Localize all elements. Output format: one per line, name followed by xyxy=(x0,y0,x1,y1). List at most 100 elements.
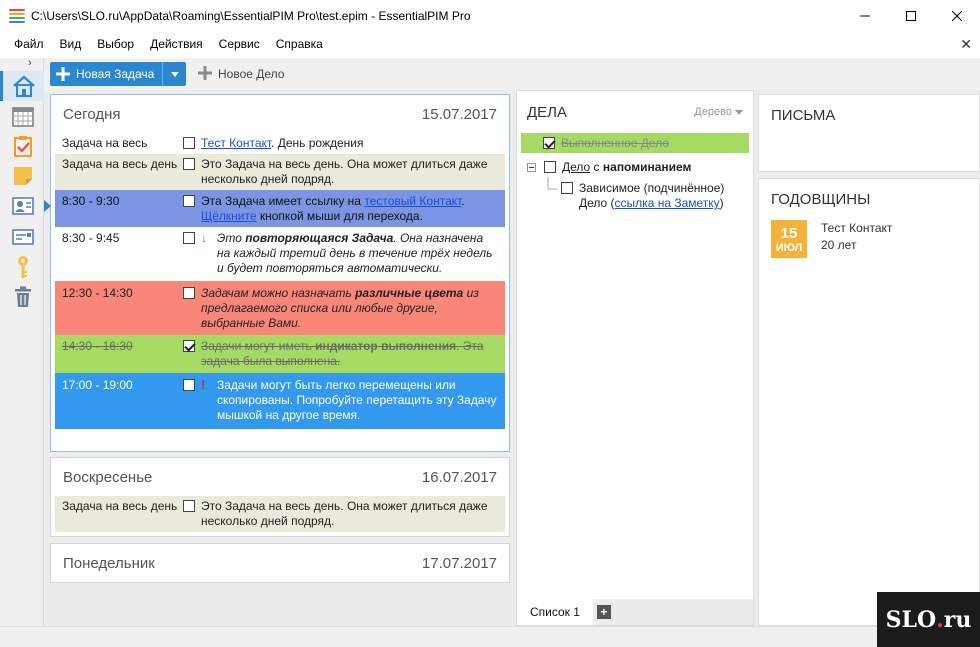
sidebar-item-home[interactable] xyxy=(0,71,44,101)
task-checkbox[interactable] xyxy=(183,287,195,299)
new-task-dropdown-button[interactable] xyxy=(162,62,186,86)
note-link[interactable]: ссылка на Заметку xyxy=(615,196,720,210)
date-badge: 15 ИЮЛ xyxy=(771,220,807,258)
menu-actions[interactable]: Действия xyxy=(142,37,211,51)
task-checkbox[interactable] xyxy=(183,379,195,391)
task-text: Задачи могут иметь индикатор выполнения.… xyxy=(201,339,484,368)
todo-text: Выполненное Дело xyxy=(561,135,669,150)
task-row[interactable]: Задача на весь день Это Задача на весь д… xyxy=(55,496,505,532)
menu-close-icon[interactable]: ✕ xyxy=(960,36,972,53)
task-row[interactable]: Задача на весь Тест Контакт. День рожден… xyxy=(55,133,505,154)
task-row[interactable]: 12:30 - 14:30 Задачам можно назначать ра… xyxy=(55,281,505,335)
todo-header: ДЕЛА Дерево xyxy=(517,91,753,133)
todo-list-tabs: Список 1 + xyxy=(517,599,753,625)
task-checkbox[interactable] xyxy=(183,500,195,512)
task-row-selected[interactable]: 8:30 - 9:30 Эта Задача имеет ссылку на т… xyxy=(44,190,505,227)
maximize-button[interactable] xyxy=(888,0,934,31)
task-row-completed[interactable]: 14:30 - 16:30 Задачи могут иметь индикат… xyxy=(55,335,505,373)
notes-icon xyxy=(14,167,32,185)
day-card-today: Сегодня 15.07.2017 Задача на весь Тест К… xyxy=(44,94,510,452)
contacts-icon xyxy=(12,197,34,215)
task-text: Эта Задача имеет ссылку на тестовый Конт… xyxy=(201,194,465,223)
mail-icon xyxy=(12,229,34,245)
tab-list-1[interactable]: Список 1 xyxy=(517,599,593,625)
task-checkbox[interactable] xyxy=(183,137,195,149)
maximize-icon xyxy=(906,10,916,21)
menu-file[interactable]: Файл xyxy=(6,37,52,51)
day-title: Сегодня xyxy=(63,105,121,123)
selection-marker-icon xyxy=(44,200,51,212)
task-row[interactable]: 8:30 - 9:45 ↓ Это повторяющаяся Задача. … xyxy=(55,227,505,281)
sidebar-item-tasks[interactable] xyxy=(11,134,35,158)
sidebar-expand-icon[interactable]: › xyxy=(28,57,32,69)
task-checkbox[interactable] xyxy=(183,158,195,170)
agenda-panel: Сегодня 15.07.2017 Задача на весь Тест К… xyxy=(44,90,516,626)
menu-select[interactable]: Выбор xyxy=(89,37,142,51)
add-list-icon[interactable]: + xyxy=(596,605,611,619)
module-sidebar: › xyxy=(0,57,44,626)
click-link[interactable]: Щёлкните xyxy=(201,209,257,223)
new-case-button[interactable]: Новое Дело xyxy=(198,65,285,83)
anniversary-item[interactable]: 15 ИЮЛ Тест Контакт 20 лет xyxy=(759,220,979,258)
collapse-tree-icon[interactable] xyxy=(527,162,536,172)
day-date: 16.07.2017 xyxy=(421,468,497,486)
menu-view[interactable]: Вид xyxy=(52,37,90,51)
todo-item-child[interactable]: Зависимое (подчинённое) Дело (ссылка на … xyxy=(521,177,749,211)
tasks-icon xyxy=(14,136,32,157)
priority-exclamation-icon: ! xyxy=(201,378,205,392)
menu-bar: Файл Вид Выбор Действия Сервис Справка ✕ xyxy=(0,33,980,55)
mail-panel: ПИСЬМА xyxy=(758,94,980,172)
sidebar-item-trash[interactable] xyxy=(11,285,35,309)
task-row[interactable]: 17:00 - 19:00 ! Задачи могут быть легко … xyxy=(55,373,505,429)
day-header: Понедельник 17.07.2017 xyxy=(51,544,509,582)
right-panels: ПИСЬМА ГОДОВЩИНЫ 15 ИЮЛ Тест Контакт 20 … xyxy=(754,90,980,626)
todo-checkbox-checked[interactable] xyxy=(543,137,555,149)
sidebar-item-mail[interactable] xyxy=(11,225,35,249)
sidebar-item-passwords[interactable] xyxy=(11,255,35,279)
task-text: Задачам можно назначать различные цвета … xyxy=(201,286,479,330)
day-title: Воскресенье xyxy=(63,468,153,486)
todo-text: Дело с напоминанием xyxy=(562,159,692,174)
site-watermark: SLO. ru xyxy=(877,592,980,647)
window-title: C:\Users\SLO.ru\AppData\Roaming\Essentia… xyxy=(31,8,471,23)
minimize-icon xyxy=(860,15,870,16)
chevron-down-icon xyxy=(170,71,179,77)
task-text: Это Задача на весь день. Она может длить… xyxy=(201,157,488,186)
plus-icon xyxy=(50,67,76,81)
status-bar xyxy=(0,626,980,647)
todo-panel: ДЕЛА Дерево Выполненное Дело Дело с напо… xyxy=(516,90,754,626)
recurring-arrow-icon: ↓ xyxy=(201,231,207,245)
menu-help[interactable]: Справка xyxy=(268,37,331,51)
task-text: Тест Контакт. День рождения xyxy=(201,136,364,150)
contact-link[interactable]: Тест Контакт xyxy=(201,136,271,150)
todo-item-reminder[interactable]: Дело с напоминанием xyxy=(521,157,749,177)
minimize-button[interactable] xyxy=(842,0,888,31)
day-title: Понедельник xyxy=(63,554,155,572)
home-icon xyxy=(12,75,35,97)
todo-title: ДЕЛА xyxy=(527,103,568,121)
new-task-button[interactable]: Новая Задача xyxy=(50,62,186,86)
todo-checkbox[interactable] xyxy=(561,182,573,194)
menu-service[interactable]: Сервис xyxy=(211,37,268,51)
view-mode-dropdown[interactable]: Дерево xyxy=(694,106,743,118)
todo-checkbox[interactable] xyxy=(544,161,556,173)
anniversary-info: Тест Контакт 20 лет xyxy=(821,220,892,258)
task-checkbox-checked[interactable] xyxy=(183,340,195,352)
sidebar-item-notes[interactable] xyxy=(11,164,35,188)
task-time: Задача на весь день xyxy=(62,157,178,171)
task-checkbox[interactable] xyxy=(183,195,195,207)
task-row[interactable]: Задача на весь день Это Задача на весь д… xyxy=(55,154,505,190)
new-case-label: Новое Дело xyxy=(218,67,285,81)
todo-item-completed[interactable]: Выполненное Дело xyxy=(521,133,749,153)
task-time: 17:00 - 19:00 xyxy=(62,378,133,392)
contact-link[interactable]: тестовый Контакт xyxy=(364,194,461,208)
close-window-button[interactable] xyxy=(934,0,980,31)
mail-title: ПИСЬМА xyxy=(771,107,836,124)
sidebar-item-calendar[interactable] xyxy=(11,105,35,129)
sidebar-item-contacts[interactable] xyxy=(11,194,35,218)
task-checkbox[interactable] xyxy=(183,232,195,244)
tree-connector-icon xyxy=(547,177,557,190)
task-time: 8:30 - 9:30 xyxy=(62,194,120,208)
title-bar: C:\Users\SLO.ru\AppData\Roaming\Essentia… xyxy=(0,0,980,31)
anniversary-years: 20 лет xyxy=(821,238,857,252)
